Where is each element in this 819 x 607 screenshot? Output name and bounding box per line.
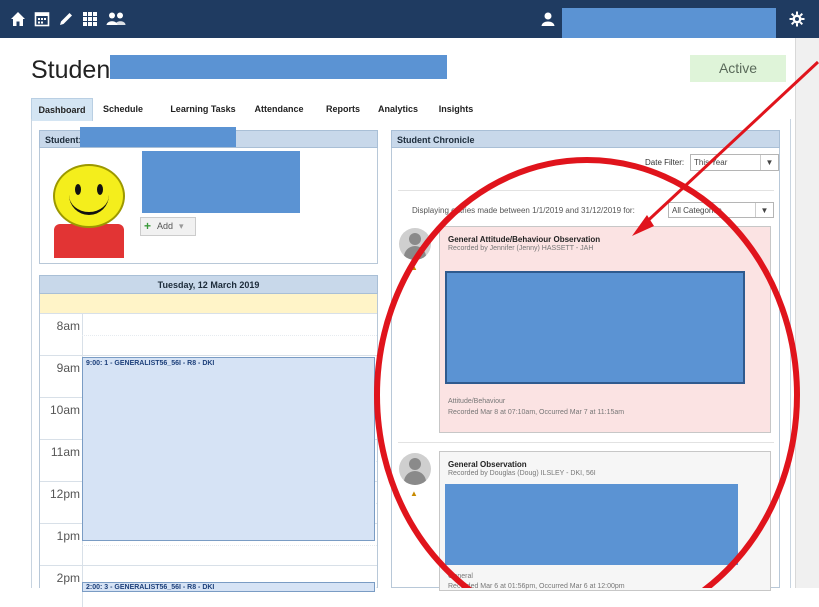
date-filter-select[interactable]: This Year ▼ xyxy=(690,154,779,171)
tab-attendance[interactable]: Attendance xyxy=(249,98,309,120)
gear-icon[interactable] xyxy=(789,11,805,27)
top-navigation-bar xyxy=(0,0,819,38)
scrollbar[interactable] xyxy=(795,38,819,588)
entry-title: General Observation xyxy=(448,460,527,469)
tab-learning-tasks[interactable]: Learning Tasks xyxy=(163,98,243,120)
entry-timestamps: Recorded Mar 8 at 07:10am, Occurred Mar … xyxy=(448,409,625,416)
chevron-down-icon: ▼ xyxy=(760,155,778,170)
hour-label: 1pm xyxy=(56,529,80,543)
author-avatar-icon xyxy=(399,453,431,485)
entry-title: General Attitude/Behaviour Observation xyxy=(448,235,601,244)
grid-icon[interactable] xyxy=(82,11,98,27)
divider xyxy=(398,190,774,191)
hour-label: 9am xyxy=(56,361,80,375)
redacted-student-details xyxy=(142,151,300,213)
hour-label: 12pm xyxy=(49,487,80,501)
category-filter-value: All Categories xyxy=(672,206,722,215)
add-button[interactable]: + Add ▾ xyxy=(140,217,196,236)
entry-category: General xyxy=(448,573,473,580)
all-day-row xyxy=(39,294,378,313)
entry-author: Recorded by Douglas (Doug) ILSLEY - DKI,… xyxy=(448,470,596,477)
calendar-icon[interactable] xyxy=(34,11,50,27)
entry-author: Recorded by Jennifer (Jenny) HASSETT - J… xyxy=(448,245,594,252)
displaying-entries-text: Displaying entries made between 1/1/2019… xyxy=(412,206,635,215)
calendar-event[interactable]: 2:00: 3 - GENERALIST56_56I - R8 - DKI xyxy=(82,582,375,592)
pencil-icon[interactable] xyxy=(58,11,74,27)
hour-label: 2pm xyxy=(56,571,80,585)
tab-schedule[interactable]: Schedule xyxy=(93,98,153,120)
chevron-down-icon: ▼ xyxy=(755,203,773,217)
add-label: Add xyxy=(157,221,174,231)
redacted-student-name xyxy=(110,55,447,79)
category-filter-select[interactable]: All Categories ▼ xyxy=(668,202,774,218)
date-filter-label: Date Filter: xyxy=(645,158,685,167)
author-avatar-icon xyxy=(399,228,431,260)
hour-label: 8am xyxy=(56,319,80,333)
redacted-entry-content xyxy=(445,271,745,384)
tab-dashboard[interactable]: Dashboard xyxy=(31,98,93,121)
chronicle-header: Student Chronicle xyxy=(391,130,780,148)
people-icon[interactable] xyxy=(106,11,126,27)
status-badge: Active xyxy=(690,55,786,82)
lock-icon: ▲ xyxy=(410,489,418,498)
entry-category: Attitude/Behaviour xyxy=(448,398,506,405)
calendar-event[interactable]: 9:00: 1 - GENERALIST56_56I - R8 - DKI xyxy=(82,357,375,541)
redacted-entry-content xyxy=(445,484,738,565)
hour-label: 10am xyxy=(49,403,80,417)
date-filter-value: This Year xyxy=(694,158,728,167)
hour-label: 11am xyxy=(50,445,80,459)
chevron-down-icon: ▾ xyxy=(179,221,184,231)
divider xyxy=(398,442,774,443)
redacted-student-header xyxy=(80,127,236,147)
home-icon[interactable] xyxy=(10,11,26,27)
user-icon[interactable] xyxy=(540,11,556,27)
lock-icon: ▲ xyxy=(410,263,418,272)
tab-analytics[interactable]: Analytics xyxy=(373,98,423,120)
avatar xyxy=(48,158,130,258)
entry-timestamps: Recorded Mar 6 at 01:56pm, Occurred Mar … xyxy=(448,583,625,590)
tab-insights[interactable]: Insights xyxy=(433,98,479,120)
smiley-face-icon xyxy=(53,164,125,228)
plus-icon: + xyxy=(144,219,152,233)
hour-row: 8am xyxy=(40,313,377,355)
shirt-graphic xyxy=(54,224,124,258)
calendar-date-header: Tuesday, 12 March 2019 xyxy=(39,275,378,294)
redacted-username xyxy=(562,8,776,38)
tab-reports[interactable]: Reports xyxy=(319,98,367,120)
